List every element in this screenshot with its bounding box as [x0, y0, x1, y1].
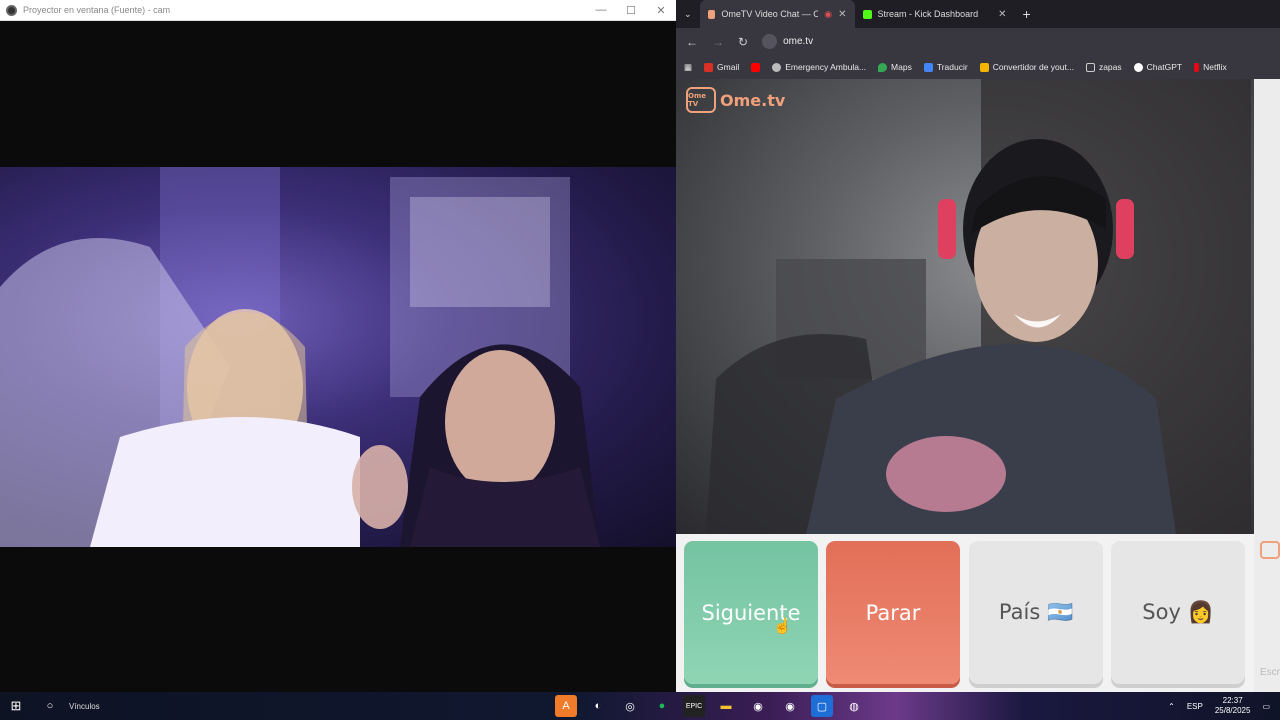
browser-toolbar: ← → ↻ ome.tv [676, 28, 1280, 55]
tab-strip: ⌄ OmeTV Video Chat — Ome ◉ ✕ Stream - Ki… [676, 0, 1280, 28]
camera-feed [0, 167, 676, 547]
bookmark-label: Maps [891, 62, 912, 72]
next-button[interactable]: Siguiente [684, 541, 818, 684]
tab-label: Stream - Kick Dashboard [877, 9, 979, 19]
ometv-favicon [707, 9, 716, 19]
site-info-icon[interactable] [762, 34, 778, 49]
bookmark-label: Gmail [717, 62, 740, 72]
apps-icon[interactable]: ▦ [684, 62, 692, 73]
bookmark-label: ChatGPT [1146, 62, 1183, 72]
language-indicator[interactable]: ESP [1187, 702, 1203, 711]
windows-start-icon[interactable]: ⊞ [5, 695, 27, 717]
url-text: ome.tv [783, 36, 814, 47]
globe-icon [772, 62, 782, 72]
country-button[interactable]: País 🇦🇷 [969, 541, 1103, 684]
camera-scene [0, 167, 600, 547]
ometv-logo-text: Ome.tv [720, 90, 786, 110]
chatgpt-icon [1133, 62, 1143, 72]
app2-icon[interactable]: ▢ [811, 695, 833, 717]
clock[interactable]: 22:37 25/8/2025 [1215, 696, 1251, 716]
bookmark-chatgpt[interactable]: ChatGPT [1133, 62, 1183, 72]
windows-taskbar: ⊞ ○ Vínculos A ◐ ◎ ● EPIC ▬ ◉ ◉ ▢ ◍ ⌃ ES… [0, 692, 1280, 720]
close-button[interactable]: ✕ [646, 0, 676, 21]
remote-video-scene [706, 79, 1251, 534]
search-icon[interactable]: ○ [39, 695, 61, 717]
app-icon[interactable]: A [555, 695, 577, 717]
bookmark-label: Netflix [1203, 62, 1227, 72]
browser-window: ⌄ OmeTV Video Chat — Ome ◉ ✕ Stream - Ki… [676, 0, 1280, 692]
minimize-button[interactable]: — [586, 0, 616, 21]
spotify-icon[interactable]: ● [651, 695, 673, 717]
maps-icon [878, 62, 888, 72]
obs-icon [6, 4, 17, 16]
ometv-mini-logo-icon [1260, 541, 1280, 559]
epic-games-icon[interactable]: EPIC [683, 695, 705, 717]
bookmark-label: Emergency Ambula... [785, 62, 867, 72]
reload-icon[interactable]: ↻ [738, 35, 748, 49]
taskbar-search-label[interactable]: Vínculos [69, 702, 100, 711]
bookmark-emergency[interactable]: Emergency Ambula... [772, 62, 866, 72]
projector-window: Proyector en ventana (Fuente) - cam — ☐ … [0, 0, 676, 692]
obs-taskbar-icon[interactable]: ◍ [843, 695, 865, 717]
tab-list-button[interactable]: ⌄ [676, 0, 700, 28]
chat-input-placeholder[interactable]: Escr [1260, 667, 1280, 678]
tab-label: OmeTV Video Chat — Ome [721, 9, 819, 19]
forward-icon[interactable]: → [712, 35, 724, 49]
folder-icon [1085, 62, 1095, 72]
projector-titlebar[interactable]: Proyector en ventana (Fuente) - cam — ☐ … [0, 0, 676, 21]
new-tab-button[interactable]: + [1015, 0, 1039, 28]
ometv-logo-icon: Ome TV [686, 87, 716, 113]
steam-icon[interactable]: ◎ [619, 695, 641, 717]
translate-icon [923, 62, 933, 72]
tab-kick[interactable]: Stream - Kick Dashboard ✕ [855, 0, 1015, 28]
chrome-icon[interactable]: ◉ [747, 695, 769, 717]
close-tab-icon[interactable]: ✕ [998, 9, 1006, 20]
chat-controls: Siguiente Parar País 🇦🇷 Soy 👩 ☝ [676, 534, 1254, 692]
bookmark-translate[interactable]: Traducir [923, 62, 968, 72]
bookmark-label: Convertidor de yout... [992, 62, 1074, 72]
mouse-pointer-icon: ☝ [773, 618, 792, 635]
converter-icon [979, 62, 989, 72]
tab-ometv[interactable]: OmeTV Video Chat — Ome ◉ ✕ [699, 0, 855, 28]
pinned-apps: A ◐ ◎ ● EPIC ▬ ◉ ◉ ▢ ◍ [555, 695, 865, 717]
close-tab-icon[interactable]: ✕ [838, 9, 846, 20]
projector-title: Proyector en ventana (Fuente) - cam [23, 5, 171, 15]
bookmark-netflix[interactable]: Netflix [1194, 62, 1227, 72]
bookmark-gmail[interactable]: Gmail [704, 62, 739, 72]
browser-icon[interactable]: ◐ [587, 695, 609, 717]
bookmark-label: Traducir [936, 62, 968, 72]
file-explorer-icon[interactable]: ▬ [715, 695, 737, 717]
netflix-icon [1194, 62, 1200, 72]
ometv-page: Ome TV Ome.tv Escr Siguiente Parar País … [676, 79, 1280, 692]
tray-expand-icon[interactable]: ⌃ [1168, 702, 1175, 711]
system-tray: ⌃ ESP 22:37 25/8/2025 ▭ [1168, 692, 1280, 720]
clock-date: 25/8/2025 [1214, 706, 1251, 715]
bookmark-label: zapas [1098, 62, 1122, 72]
maximize-button[interactable]: ☐ [616, 0, 646, 21]
chat-side-panel: Escr [1254, 79, 1280, 692]
chrome-profile-icon[interactable]: ◉ [779, 695, 801, 717]
notifications-icon[interactable]: ▭ [1262, 702, 1270, 711]
youtube-icon [751, 62, 761, 72]
kick-favicon [862, 9, 872, 19]
ometv-logo[interactable]: Ome TV Ome.tv [686, 87, 785, 113]
bookmarks-bar: ▦ Gmail Emergency Ambula... Maps Traduci… [676, 55, 1280, 79]
stop-button[interactable]: Parar [826, 541, 960, 684]
remote-video: Ome TV Ome.tv [676, 79, 1254, 534]
address-bar[interactable]: ome.tv [762, 34, 813, 49]
clock-time: 22:37 [1222, 696, 1243, 705]
bookmark-maps[interactable]: Maps [878, 62, 912, 72]
back-icon[interactable]: ← [686, 35, 698, 49]
gender-button[interactable]: Soy 👩 [1111, 541, 1245, 684]
bookmark-folder-zapas[interactable]: zapas [1085, 62, 1122, 72]
bookmark-youtube[interactable] [751, 62, 761, 72]
gmail-icon [704, 62, 714, 72]
bookmark-converter[interactable]: Convertidor de yout... [979, 62, 1074, 72]
recording-icon: ◉ [824, 8, 833, 19]
